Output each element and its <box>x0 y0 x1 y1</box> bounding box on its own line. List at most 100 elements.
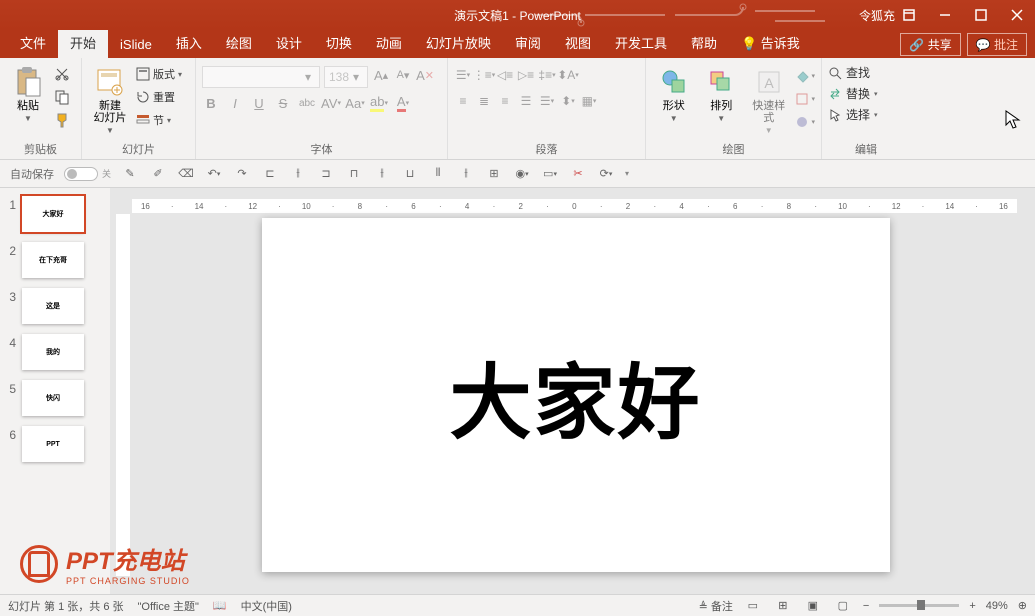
tab-transitions[interactable]: 切换 <box>314 27 364 58</box>
slide-thumbnails-panel[interactable]: 1大家好2在下充哥3这是4我的5快闪6PPT <box>0 188 110 594</box>
find-button[interactable]: 查找 <box>828 64 878 81</box>
thumb-preview[interactable]: 大家好 <box>22 196 84 232</box>
minimize-button[interactable] <box>927 0 963 30</box>
align-right-qat[interactable]: ⊐ <box>317 165 335 183</box>
bullets-button[interactable]: ☰▾ <box>454 66 472 84</box>
slide-canvas-area[interactable]: 大家好 <box>136 218 1015 574</box>
increase-font-button[interactable]: A▴ <box>372 66 390 84</box>
section-button[interactable]: 节 ▾ <box>136 110 182 130</box>
tab-draw[interactable]: 绘图 <box>214 27 264 58</box>
tab-review[interactable]: 审阅 <box>503 27 553 58</box>
crop-qat[interactable]: ✂ <box>569 165 587 183</box>
share-button[interactable]: 🔗 共享 <box>900 33 960 56</box>
align-middle-qat[interactable]: ⫲ <box>373 165 391 183</box>
select-button[interactable]: 选择 ▾ <box>828 106 878 123</box>
redo-button[interactable]: ↷ <box>233 165 251 183</box>
text-direction-button[interactable]: ⬍A▾ <box>559 66 577 84</box>
qat-customize-button[interactable]: ▾ <box>625 169 629 178</box>
strikethrough-button[interactable]: S <box>274 94 292 112</box>
thumb-preview[interactable]: 我的 <box>22 334 84 370</box>
clear-format-button[interactable]: A✕ <box>416 66 434 84</box>
cut-button[interactable] <box>54 64 70 84</box>
thumbnail-slide-1[interactable]: 1大家好 <box>4 196 106 232</box>
status-notes[interactable]: ≜ 备注 <box>699 598 733 614</box>
distribute-h-qat[interactable]: ⫴ <box>429 165 447 183</box>
spell-check-icon[interactable]: 📖 <box>213 599 227 612</box>
shape-effects-button[interactable]: ▾ <box>795 112 816 132</box>
eraser-button[interactable]: ⌫ <box>177 165 195 183</box>
format-painter-button[interactable] <box>54 110 70 130</box>
align-left-button[interactable]: ≡ <box>454 92 472 110</box>
tab-design[interactable]: 设计 <box>264 27 314 58</box>
decrease-font-button[interactable]: A▾ <box>394 66 412 84</box>
justify-button[interactable]: ☰ <box>517 92 535 110</box>
slide-canvas[interactable]: 大家好 <box>262 218 890 572</box>
paste-button[interactable]: 粘贴 ▼ <box>6 62 50 127</box>
tab-tellme[interactable]: 💡 告诉我 <box>729 27 812 58</box>
zoom-out-button[interactable]: − <box>863 600 869 612</box>
ribbon-options-button[interactable] <box>891 0 927 30</box>
pen-tool-button[interactable]: ✎ <box>121 165 139 183</box>
zoom-slider[interactable] <box>879 604 959 607</box>
underline-button[interactable]: U <box>250 94 268 112</box>
bold-button[interactable]: B <box>202 94 220 112</box>
maximize-button[interactable] <box>963 0 999 30</box>
align-bottom-qat[interactable]: ⊔ <box>401 165 419 183</box>
slideshow-view-button[interactable]: ▢ <box>833 598 853 614</box>
vertical-ruler[interactable] <box>116 214 130 576</box>
align-left-qat[interactable]: ⊏ <box>261 165 279 183</box>
tab-home[interactable]: 开始 <box>58 27 108 58</box>
tab-slideshow[interactable]: 幻灯片放映 <box>414 27 503 58</box>
undo-button[interactable]: ↶▾ <box>205 165 223 183</box>
autosave-toggle[interactable] <box>64 167 98 181</box>
thumb-preview[interactable]: 快闪 <box>22 380 84 416</box>
font-color-button[interactable]: A▾ <box>394 94 412 112</box>
thumbnail-slide-2[interactable]: 2在下充哥 <box>4 242 106 278</box>
align-text-button[interactable]: ⬍▾ <box>559 92 577 110</box>
thumb-preview[interactable]: 在下充哥 <box>22 242 84 278</box>
copy-button[interactable] <box>54 87 70 107</box>
slide-text-content[interactable]: 大家好 <box>449 336 701 455</box>
distribute-button[interactable]: ☰▾ <box>538 92 556 110</box>
increase-indent-button[interactable]: ▷≡ <box>517 66 535 84</box>
new-slide-button[interactable]: 新建 幻灯片 ▼ <box>88 62 132 139</box>
zoom-in-button[interactable]: + <box>969 600 975 612</box>
normal-view-button[interactable]: ▭ <box>743 598 763 614</box>
change-case-button[interactable]: Aa▾ <box>346 94 364 112</box>
numbering-button[interactable]: ⋮≡▾ <box>475 66 493 84</box>
highlighter-button[interactable]: ✐ <box>149 165 167 183</box>
comment-button[interactable]: 💬 批注 <box>967 33 1027 56</box>
thumbnail-slide-6[interactable]: 6PPT <box>4 426 106 462</box>
shapes-button[interactable]: 形状▼ <box>652 62 696 127</box>
reading-view-button[interactable]: ▣ <box>803 598 823 614</box>
sorter-view-button[interactable]: ⊞ <box>773 598 793 614</box>
quick-styles-button[interactable]: A 快速样式▼ <box>747 62 791 139</box>
horizontal-ruler[interactable]: 16·14·12·10·8·6·4·2·0·2·4·6·8·10·12·14·1… <box>132 199 1017 213</box>
shape-outline-button[interactable]: ▾ <box>795 89 816 109</box>
align-center-h-qat[interactable]: ⫲ <box>289 165 307 183</box>
thumbnail-slide-5[interactable]: 5快闪 <box>4 380 106 416</box>
tab-developer[interactable]: 开发工具 <box>603 27 679 58</box>
arrange-button[interactable]: 排列▼ <box>700 62 744 127</box>
thumb-preview[interactable]: 这是 <box>22 288 84 324</box>
tab-view[interactable]: 视图 <box>553 27 603 58</box>
highlight-button[interactable]: ab▾ <box>370 94 388 112</box>
status-language[interactable]: 中文(中国) <box>241 598 292 614</box>
decrease-indent-button[interactable]: ◁≡ <box>496 66 514 84</box>
close-button[interactable] <box>999 0 1035 30</box>
layout-button[interactable]: 版式 ▾ <box>136 64 182 84</box>
italic-button[interactable]: I <box>226 94 244 112</box>
zoom-level[interactable]: 49% <box>986 600 1008 612</box>
user-name[interactable]: 令狐充 <box>859 7 895 24</box>
tab-islide[interactable]: iSlide <box>108 31 164 58</box>
thumb-preview[interactable]: PPT <box>22 426 84 462</box>
shape-outline-qat[interactable]: ▭▾ <box>541 165 559 183</box>
tab-file[interactable]: 文件 <box>8 27 58 58</box>
replace-button[interactable]: 替换 ▾ <box>828 85 878 102</box>
thumbnail-slide-3[interactable]: 3这是 <box>4 288 106 324</box>
fit-window-button[interactable]: ⊕ <box>1018 599 1027 612</box>
char-spacing-button[interactable]: AV▾ <box>322 94 340 112</box>
smartart-button[interactable]: ▦▾ <box>580 92 598 110</box>
align-right-button[interactable]: ≡ <box>496 92 514 110</box>
shadow-button[interactable]: abc <box>298 94 316 112</box>
